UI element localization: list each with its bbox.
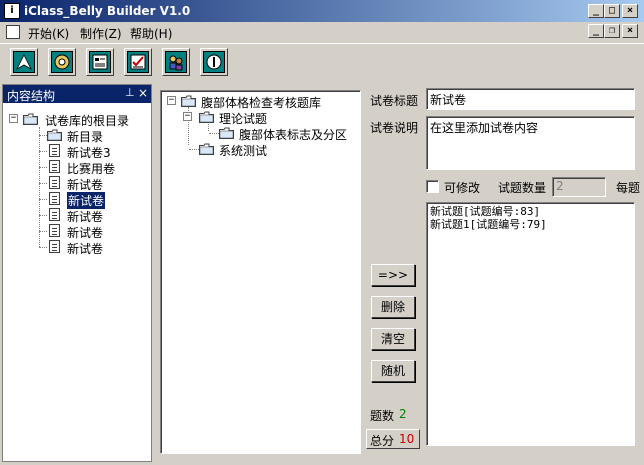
child-close-button[interactable]: × <box>622 24 638 38</box>
folder-icon <box>47 129 62 141</box>
close-button[interactable]: × <box>622 4 638 18</box>
total-score-label: 总分 <box>370 434 395 448</box>
menu-start[interactable]: 开始(K) <box>28 25 69 42</box>
folder-icon <box>219 127 234 139</box>
panel-header: 内容结构 ⊥ × <box>3 85 151 103</box>
folder-open-icon <box>23 113 38 125</box>
collapse-icon[interactable]: − <box>9 114 18 123</box>
bank-item[interactable]: 系统测试 <box>165 141 360 158</box>
toolbar-button-form[interactable] <box>86 48 114 76</box>
toolbar-button-exit[interactable] <box>200 48 228 76</box>
menu-make[interactable]: 制作(Z) <box>80 25 122 42</box>
gear-disc-icon <box>51 51 73 73</box>
toolbar-button-settings[interactable] <box>48 48 76 76</box>
child-minimize-button[interactable]: _ <box>588 24 604 38</box>
tree-item[interactable]: 比赛用卷 <box>7 159 147 176</box>
tree-item-label: 新试卷 <box>67 242 104 256</box>
content-structure-panel: 内容结构 ⊥ × − 试卷库的根目录 新目录 新试卷3 比赛用卷 新试卷 新试卷 <box>2 84 152 462</box>
maximize-button[interactable]: □ <box>604 4 620 18</box>
users-icon <box>165 51 187 73</box>
pin-icon[interactable]: ⊥ <box>125 86 135 99</box>
toolbar <box>0 43 644 83</box>
question-count-label: 试题数量 <box>498 181 547 195</box>
folder-icon <box>199 143 214 155</box>
toolbar-button-navigate[interactable] <box>10 48 38 76</box>
bank-item[interactable]: 腹部体表标志及分区 <box>165 125 360 142</box>
question-count-input: 2 <box>552 177 606 197</box>
bank-item-label: 系统测试 <box>219 144 268 158</box>
tree-item[interactable]: 新试卷 <box>7 207 147 224</box>
power-icon <box>203 51 225 73</box>
window-title: iClass_Belly Builder V1.0 <box>24 4 191 18</box>
page-icon <box>49 208 60 221</box>
title-label: 试卷标题 <box>370 94 419 108</box>
bank-root[interactable]: − 腹部体格检查考核题库 <box>165 93 360 110</box>
tree-item[interactable]: 新试卷 <box>7 239 147 256</box>
child-restore-button[interactable]: ❐ <box>604 24 620 38</box>
toolbar-button-users[interactable] <box>162 48 190 76</box>
page-icon <box>49 224 60 237</box>
panel-title: 内容结构 <box>7 89 56 103</box>
document-icon[interactable] <box>6 25 20 39</box>
editable-checkbox[interactable] <box>426 180 439 193</box>
question-list[interactable]: 新试题[试题编号:83] 新试题1[试题编号:79] <box>426 202 635 446</box>
title-bar[interactable]: i iClass_Belly Builder V1.0 _ □ × <box>0 0 644 22</box>
page-icon <box>49 192 60 205</box>
tree-item[interactable]: 新试卷 <box>7 223 147 240</box>
question-total-value: 2 <box>399 407 407 421</box>
minimize-button[interactable]: _ <box>588 4 604 18</box>
page-icon <box>49 240 60 253</box>
tree-item[interactable]: 新试卷3 <box>7 143 147 160</box>
total-score-box: 总分 10 <box>366 429 420 449</box>
title-input[interactable]: 新试卷 <box>426 88 635 110</box>
question-list-item[interactable]: 新试题1[试题编号:79] <box>430 218 631 231</box>
per-question-label: 每题 <box>616 181 641 195</box>
folder-icon <box>199 111 214 123</box>
question-total-label: 题数 <box>370 409 395 423</box>
app-icon: i <box>4 3 20 19</box>
navigate-up-icon <box>13 51 35 73</box>
folder-icon <box>181 95 196 107</box>
checklist-icon <box>127 51 149 73</box>
editable-label: 可修改 <box>444 181 481 195</box>
form-icon <box>89 51 111 73</box>
random-button[interactable]: 随机 <box>371 360 415 382</box>
add-question-button[interactable]: =>> <box>371 264 415 286</box>
clear-button[interactable]: 清空 <box>371 328 415 350</box>
total-score-value: 10 <box>399 432 415 446</box>
question-list-item[interactable]: 新试题[试题编号:83] <box>430 205 631 218</box>
tree-root[interactable]: − 试卷库的根目录 <box>7 111 147 128</box>
tree-item[interactable]: 新目录 <box>7 127 147 144</box>
collapse-icon[interactable]: − <box>167 96 176 105</box>
page-icon <box>49 160 60 173</box>
toolbar-button-checklist[interactable] <box>124 48 152 76</box>
delete-button[interactable]: 删除 <box>371 296 415 318</box>
question-bank-tree[interactable]: − 腹部体格检查考核题库 − 理论试题 腹部体表标志及分区 系统测试 <box>160 90 361 454</box>
description-label: 试卷说明 <box>370 121 419 135</box>
description-textarea[interactable]: 在这里添加试卷内容 <box>426 116 635 170</box>
collapse-icon[interactable]: − <box>183 112 192 121</box>
page-icon <box>49 144 60 157</box>
tree-item[interactable]: 新试卷 <box>7 175 147 192</box>
menu-help[interactable]: 帮助(H) <box>130 25 172 42</box>
bank-item[interactable]: − 理论试题 <box>165 109 360 126</box>
page-icon <box>49 176 60 189</box>
tree-item-selected[interactable]: 新试卷 <box>7 191 147 210</box>
menu-bar: 开始(K) 制作(Z) 帮助(H) <box>0 22 644 42</box>
panel-close-icon[interactable]: × <box>138 86 148 100</box>
